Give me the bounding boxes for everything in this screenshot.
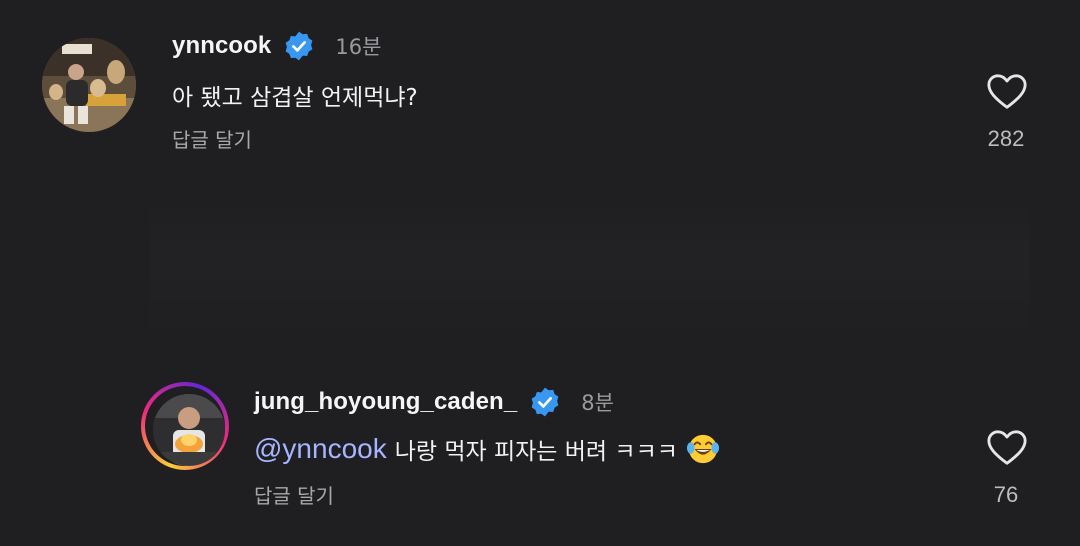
avatar-photo	[42, 38, 136, 132]
reply-button[interactable]: 답글 달기	[254, 480, 334, 509]
heart-icon[interactable]	[986, 72, 1028, 112]
avatar-photo	[153, 394, 225, 466]
reply-comment-item: jung_hoyoung_caden_ 8분 @ynncook 나랑 먹자 피자…	[0, 356, 1080, 546]
avatar	[153, 394, 225, 466]
comment-time: 16분	[335, 35, 382, 59]
comment-time: 8분	[581, 391, 614, 415]
username-row: jung_hoyoung_caden_ 8분	[254, 386, 614, 418]
story-ring[interactable]	[141, 382, 229, 470]
username-row: ynncook 16분	[172, 30, 381, 62]
comment-text-row: @ynncook 나랑 먹자 피자는 버려 ㅋㅋㅋ	[254, 432, 720, 466]
username[interactable]: jung_hoyoung_caden_	[254, 388, 517, 416]
mention-link[interactable]: @ynncook	[254, 433, 387, 465]
like-count: 282	[987, 126, 1025, 151]
heart-icon[interactable]	[986, 428, 1028, 468]
comment-item: ynncook 16분 아 됐고 삼겹살 언제먹냐? 답글 달기 282	[0, 0, 1080, 190]
story-ring-gap	[145, 386, 225, 466]
username[interactable]: ynncook	[172, 32, 271, 60]
like-count: 76	[993, 482, 1019, 507]
face-with-tears-of-joy-icon	[686, 434, 719, 464]
verified-badge-icon	[286, 31, 313, 61]
verified-badge-icon	[531, 387, 559, 417]
comment-text: 나랑 먹자 피자는 버려 ㅋㅋㅋ	[394, 439, 678, 465]
reply-button[interactable]: 답글 달기	[172, 124, 252, 153]
avatar[interactable]	[42, 38, 136, 132]
blurred-background-area	[150, 200, 1030, 340]
comment-text: 아 됐고 삼겹살 언제먹냐?	[172, 85, 418, 111]
comments-page: ynncook 16분 아 됐고 삼겹살 언제먹냐? 답글 달기 282 jun…	[0, 0, 1080, 546]
